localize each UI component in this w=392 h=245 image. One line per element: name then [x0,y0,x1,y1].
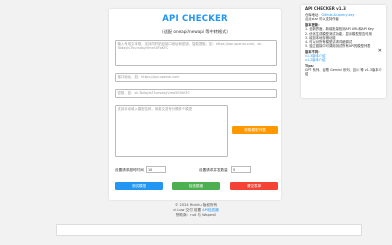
smart-paste-placeholder: 输入专用文本框，支持同时粘贴接口地址和密钥，智能提取，如：https://api… [117,42,263,51]
panel-update-item: 1. 全新界面，新增批量检测API URL和API Key [305,27,374,32]
concurrency-label: 设置请求并发数量 [199,168,228,172]
check-quota-button[interactable]: 检查额度 [172,182,220,190]
test-models-button[interactable]: 测试模型 [115,182,163,190]
close-icon[interactable]: ✕ [378,48,382,53]
footer-sponsors: 赞助商：rud 与 Wapevil [175,213,217,217]
footer-line2-text: ci.Low 交付 前置 [173,208,203,212]
fetch-models-button[interactable]: 获取模型列表 [232,126,278,134]
api-url-placeholder: 接口地址，如：https://api.openai.com [117,75,180,80]
info-panel: API CHECKER v1.3 仓库地址：Github-Ai-query-ke… [301,5,386,98]
app-subtitle: （适配 oneapi/newapi 等中转格式） [159,29,231,34]
model-names-placeholder: 支持手动填入模型名称，用英文逗号分隔多个模型 [117,107,193,112]
panel-tips-text: GPT 系列、谷歌 Gemini 系列、百川 等 v1.3版本介绍 [305,68,382,77]
concurrency-input[interactable]: 5 [231,166,251,173]
bottom-results-bar [56,224,362,236]
app-title: API CHECKER [162,14,228,24]
panel-title: API CHECKER v1.3 [305,6,346,11]
api-url-input[interactable]: 接口地址，如：https://api.openai.com [115,73,277,82]
footer-api-checker-link[interactable]: API检查器 [202,208,218,212]
timeout-input[interactable]: 10 [146,166,166,173]
smart-paste-textarea[interactable]: 输入专用文本框，支持同时粘贴接口地址和密钥，智能提取，如：https://api… [115,40,277,66]
api-key-input[interactable]: 密钥，如：sk-TodayIsThursdayVme50FoKFC [115,89,277,98]
api-key-placeholder: 密钥，如：sk-TodayIsThursdayVme50FoKFC [117,91,190,96]
panel-update-item: 5. 独立链接中可调用测试所有API的模型列表 [305,44,371,49]
timeout-label: 设置请求超时时间 [115,168,144,172]
panel-version-link[interactable]: v1.2版本介绍 [305,58,382,62]
model-names-textarea[interactable]: 支持手动填入模型名称，用英文逗号分隔多个模型 [115,105,228,157]
clear-form-button[interactable]: 清空表单 [230,182,278,190]
panel-support-text: 点点star 可以支持作者 [305,17,339,22]
